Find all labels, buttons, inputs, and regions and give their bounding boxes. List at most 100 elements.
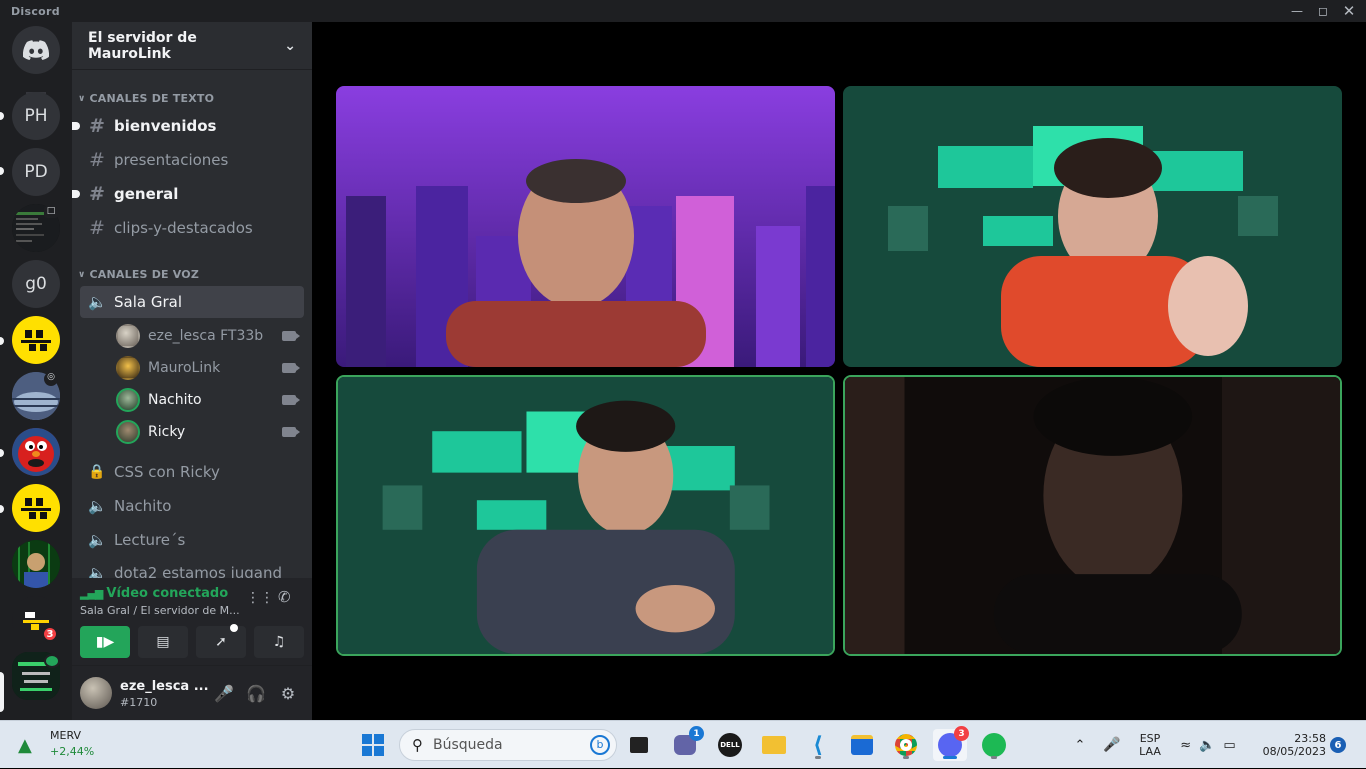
avatar — [116, 356, 140, 380]
unread-indicator — [72, 190, 80, 198]
spotify-button[interactable] — [977, 729, 1011, 761]
activities-button[interactable]: ➚ — [196, 624, 246, 658]
keyboard-layout: LAA — [1139, 745, 1161, 758]
category-voice-channels[interactable]: ∨ CANALES DE VOZ — [78, 268, 199, 281]
server-pd[interactable]: PD — [12, 148, 60, 196]
teams-chat-button[interactable]: 1 — [668, 726, 704, 761]
language-indicator[interactable]: ESP LAA — [1134, 721, 1166, 769]
language-code: ESP — [1139, 732, 1161, 745]
window-titlebar: Discord — ◻ ✕ — [0, 0, 1366, 22]
avatar — [116, 388, 140, 412]
notification-center-badge[interactable]: 6 — [1330, 737, 1346, 753]
store-button[interactable] — [845, 729, 879, 761]
headphones-icon[interactable]: 🎧 — [244, 681, 268, 705]
voice-channel-sala-gral[interactable]: 🔈 Sala Gral — [80, 286, 304, 318]
hash-icon: # — [89, 183, 105, 205]
rocket-icon: ➚ — [215, 634, 227, 650]
participant-video — [843, 86, 1342, 367]
spotify-icon — [982, 733, 1006, 757]
discord-taskbar-button[interactable]: 3 — [933, 726, 969, 761]
share-screen-button[interactable]: ▤ — [138, 626, 188, 658]
video-camera-icon — [282, 427, 300, 437]
channel-bienvenidos[interactable]: # bienvenidos — [72, 110, 304, 142]
channel-label: presentaciones — [114, 151, 229, 169]
task-view-button[interactable] — [622, 729, 656, 761]
vscode-button[interactable]: ⟨ — [801, 729, 835, 761]
video-tile-4[interactable] — [843, 375, 1342, 656]
close-button[interactable]: ✕ — [1332, 0, 1366, 22]
video-tile-2[interactable] — [843, 86, 1342, 367]
server-ph[interactable]: PH — [12, 92, 60, 140]
chrome-icon — [895, 734, 917, 756]
video-live-icon — [44, 654, 60, 668]
hash-icon: # — [89, 115, 105, 137]
user-tag: #1710 — [120, 696, 158, 709]
dell-icon: DELL — [718, 733, 742, 757]
disconnect-icon[interactable]: ✆ — [278, 588, 291, 606]
elmo-icon — [12, 428, 60, 476]
voice-member-ricky[interactable]: Ricky — [116, 417, 304, 447]
app-title: Discord — [11, 5, 60, 18]
chevron-down-icon: ∨ — [78, 93, 86, 104]
voice-member-maurolink[interactable]: MauroLink — [116, 353, 304, 383]
connected-channel[interactable]: Sala Gral / El servidor de M... — [80, 604, 240, 617]
dell-app-button[interactable]: DELL — [713, 729, 747, 761]
yellow-logo-icon — [21, 330, 51, 351]
voice-channel-css[interactable]: 🔒 CSS con Ricky — [80, 456, 304, 488]
microphone-icon[interactable]: 🎤 — [1100, 721, 1124, 769]
system-status[interactable]: ≈ 🔈 ▭ — [1176, 721, 1240, 769]
camera-button[interactable]: ▮▶ — [80, 626, 130, 658]
server-header[interactable]: El servidor de MauroLink ⌄ — [72, 22, 312, 70]
soundboard-button[interactable]: ♫ — [254, 626, 304, 658]
show-hidden-icons[interactable]: ⌃ — [1068, 721, 1092, 769]
vscode-icon: ⟨ — [812, 732, 824, 758]
home-button[interactable] — [12, 26, 60, 74]
voice-channel-lectures[interactable]: 🔈 Lecture´s — [80, 524, 304, 556]
voice-channel-dota2[interactable]: 🔈 dota2 estamos jugand — [80, 558, 304, 578]
server-g0[interactable]: g0 — [12, 260, 60, 308]
voice-member-nachito[interactable]: Nachito — [116, 385, 304, 415]
speaker-icon: 🔈 — [88, 497, 107, 515]
avatar[interactable] — [80, 677, 112, 709]
search-box[interactable]: ⚲ Búsqueda b — [399, 729, 617, 761]
start-button[interactable] — [356, 729, 390, 761]
clock-date: 08/05/2023 — [1262, 745, 1326, 758]
screen-share-icon: ▤ — [156, 634, 170, 650]
running-indicator — [991, 756, 997, 759]
channel-label: CSS con Ricky — [114, 463, 220, 481]
task-view-icon — [630, 737, 648, 753]
unread-indicator — [0, 167, 4, 175]
stock-widget[interactable]: ▲ MERV +2,44% — [16, 727, 126, 763]
chrome-button[interactable] — [889, 729, 923, 761]
server-name: El servidor de MauroLink — [88, 29, 197, 62]
category-text-channels[interactable]: ∨ CANALES DE TEXTO — [78, 92, 214, 105]
soundboard-icon: ♫ — [272, 634, 286, 650]
file-explorer-button[interactable] — [757, 729, 791, 761]
connection-status[interactable]: ▂▄▆ Vídeo conectado — [80, 586, 228, 601]
server-matrix[interactable] — [12, 540, 60, 588]
status-label: Vídeo conectado — [106, 586, 229, 601]
member-name: Ricky — [148, 424, 186, 440]
clock[interactable]: 23:58 08/05/2023 — [1254, 721, 1326, 769]
server-yellow-1[interactable] — [12, 316, 60, 364]
voice-member-eze[interactable]: eze_lesca FT33b — [116, 321, 304, 351]
unread-indicator — [0, 505, 4, 513]
channel-clips[interactable]: # clips-y-destacados — [80, 212, 304, 244]
channel-general[interactable]: # general — [72, 178, 304, 210]
battery-icon: ▭ — [1223, 737, 1236, 753]
server-yellow-2[interactable] — [12, 484, 60, 532]
gear-icon[interactable]: ⚙ — [276, 681, 300, 705]
noise-suppression-icon[interactable]: ⋮⋮ — [246, 590, 274, 606]
microphone-icon[interactable]: 🎤 — [212, 681, 236, 705]
voice-channel-nachito[interactable]: 🔈 Nachito — [80, 490, 304, 522]
video-tile-3[interactable] — [336, 375, 835, 656]
video-tile-1[interactable] — [336, 86, 835, 367]
unread-indicator — [72, 122, 80, 130]
channel-presentaciones[interactable]: # presentaciones — [80, 144, 304, 176]
avatar — [116, 420, 140, 444]
server-elmo[interactable] — [12, 428, 60, 476]
running-indicator — [815, 756, 821, 759]
member-name: MauroLink — [148, 360, 221, 376]
speaker-icon: 🔈 — [88, 293, 107, 311]
video-camera-icon — [282, 363, 300, 373]
